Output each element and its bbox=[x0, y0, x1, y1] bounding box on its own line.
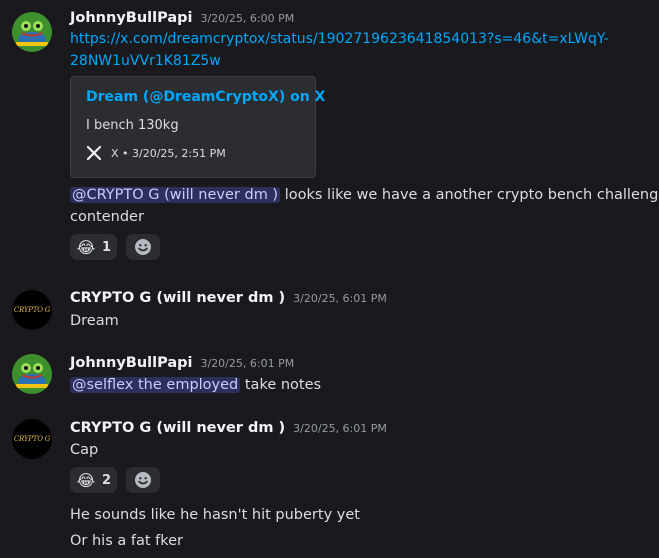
message-text-content: Or his a fat fker bbox=[70, 533, 184, 549]
avatar-logo-text: CRYPTO G bbox=[13, 306, 51, 314]
message-text-line-2: contender bbox=[70, 206, 144, 228]
laughing-emoji-icon: 😂 bbox=[76, 470, 96, 490]
add-reaction-button[interactable] bbox=[126, 234, 160, 260]
embed-footer: X • 3/20/25, 2:51 PM bbox=[86, 145, 226, 161]
message-link-continued[interactable]: 28NW1uVVr1K81Z5w bbox=[70, 53, 221, 69]
message-text-content: take notes bbox=[240, 377, 322, 393]
timestamp: 3/20/25, 6:00 PM bbox=[200, 12, 295, 25]
frog-avatar-icon bbox=[12, 354, 52, 394]
avatar[interactable] bbox=[12, 354, 52, 394]
message-link[interactable]: https://x.com/dreamcryptox/status/190271… bbox=[70, 31, 609, 47]
avatar[interactable]: CRYPTO G bbox=[12, 419, 52, 459]
avatar-logo-text: CRYPTO G bbox=[13, 435, 51, 443]
timestamp: 3/20/25, 6:01 PM bbox=[293, 422, 387, 435]
avatar[interactable] bbox=[12, 12, 52, 52]
reaction-count: 2 bbox=[102, 472, 112, 488]
username[interactable]: CRYPTO G (will never dm ) bbox=[70, 290, 285, 306]
embed-footer-text: X • 3/20/25, 2:51 PM bbox=[111, 146, 226, 160]
message-text-content: looks like we have a another crypto benc… bbox=[280, 187, 659, 203]
message-header: JohnnyBullPapi 3/20/25, 6:00 PM bbox=[70, 10, 294, 26]
link-embed: Dream (@DreamCryptoX) on X I bench 130kg… bbox=[70, 76, 325, 178]
message-text-content: Cap bbox=[70, 442, 99, 458]
username[interactable]: JohnnyBullPapi bbox=[70, 10, 192, 26]
message-text: Dream bbox=[70, 310, 119, 332]
message-header: JohnnyBullPapi 3/20/25, 6:01 PM bbox=[70, 355, 294, 371]
message-text: @selflex the employed take notes bbox=[70, 374, 321, 396]
frog-avatar-icon bbox=[12, 12, 52, 52]
avatar[interactable]: CRYPTO G bbox=[12, 290, 52, 330]
message-text: Cap bbox=[70, 439, 98, 461]
add-reaction-smiley-icon bbox=[135, 472, 151, 488]
message-text-content: contender bbox=[70, 209, 144, 225]
message-text-content: Dream bbox=[70, 313, 119, 329]
username[interactable]: JohnnyBullPapi bbox=[70, 355, 192, 371]
message-text: @CRYPTO G (will never dm ) looks like we… bbox=[70, 184, 659, 206]
timestamp: 3/20/25, 6:01 PM bbox=[293, 292, 387, 305]
reaction-laughing[interactable]: 😂 2 bbox=[70, 467, 118, 493]
add-reaction-button[interactable] bbox=[126, 467, 160, 493]
message-header: CRYPTO G (will never dm ) 3/20/25, 6:01 … bbox=[70, 290, 387, 306]
user-mention[interactable]: @CRYPTO G (will never dm ) bbox=[70, 187, 281, 203]
reaction-laughing[interactable]: 😂 1 bbox=[70, 234, 118, 260]
message-text-content: He sounds like he hasn't hit puberty yet bbox=[70, 507, 360, 523]
reaction-count: 1 bbox=[102, 239, 112, 255]
timestamp: 3/20/25, 6:01 PM bbox=[200, 357, 295, 370]
embed-description: I bench 130kg bbox=[86, 118, 179, 133]
message-header: CRYPTO G (will never dm ) 3/20/25, 6:01 … bbox=[70, 420, 387, 436]
user-mention[interactable]: @selflex the employed bbox=[70, 377, 241, 393]
x-logo-icon bbox=[86, 145, 102, 161]
message-text: He sounds like he hasn't hit puberty yet bbox=[70, 504, 360, 526]
laughing-emoji-icon: 😂 bbox=[76, 237, 96, 257]
message-link-line: https://x.com/dreamcryptox/status/190271… bbox=[70, 28, 609, 50]
message-text: Or his a fat fker bbox=[70, 530, 183, 552]
embed-title[interactable]: Dream (@DreamCryptoX) on X bbox=[86, 89, 325, 105]
message-link-line-2: 28NW1uVVr1K81Z5w bbox=[70, 50, 221, 72]
add-reaction-smiley-icon bbox=[135, 239, 151, 255]
username[interactable]: CRYPTO G (will never dm ) bbox=[70, 420, 285, 436]
